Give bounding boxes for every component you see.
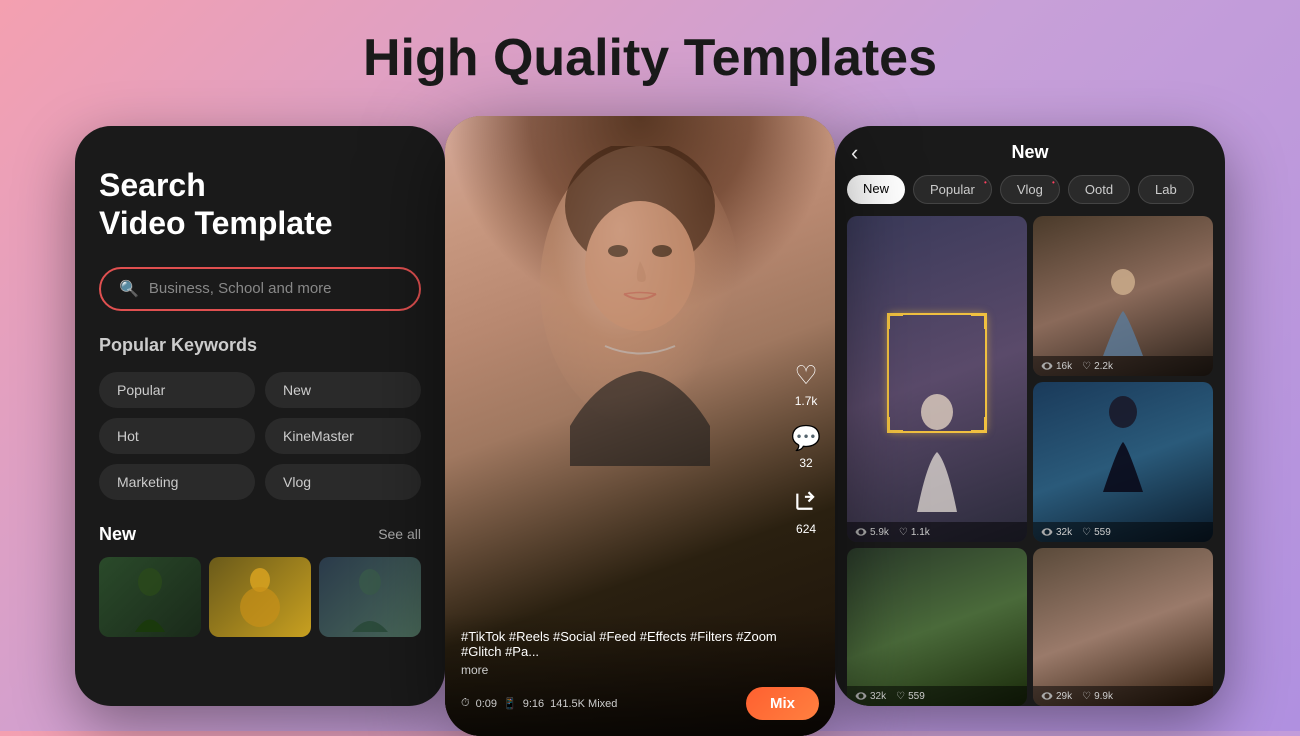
search-placeholder-text: Business, School and more	[149, 280, 332, 297]
share-action[interactable]: 624	[793, 486, 819, 536]
grid-item[interactable]: 29k ♡ 9.9k	[1033, 548, 1213, 706]
grid-content: 5.9k ♡ 1.1k	[835, 216, 1225, 706]
page-title: High Quality Templates	[363, 28, 937, 88]
keyword-chip[interactable]: Marketing	[99, 464, 255, 500]
tab-new[interactable]: New	[847, 175, 905, 204]
grid-stat-likes: ♡ 559	[896, 691, 925, 702]
mix-button[interactable]: Mix	[746, 687, 819, 720]
video-bottom: #TikTok #Reels #Social #Feed #Effects #F…	[445, 613, 835, 736]
video-more[interactable]: more	[461, 663, 819, 677]
keyword-chip[interactable]: KineMaster	[265, 418, 421, 454]
comment-icon: 💬	[791, 424, 821, 453]
video-meta: ⏱ 0:09 📱 9:16 141.5K Mixed Mix	[461, 687, 819, 720]
grid-stat-likes: ♡ 1.1k	[899, 527, 930, 538]
grid-stat-likes: ♡ 2.2k	[1082, 361, 1113, 372]
heart-icon: ♡	[794, 360, 817, 391]
grid-item[interactable]: 16k ♡ 2.2k	[1033, 216, 1213, 376]
keyword-chip[interactable]: Hot	[99, 418, 255, 454]
tab-vlog[interactable]: Vlog•	[1000, 175, 1060, 204]
comment-action[interactable]: 💬 32	[791, 424, 821, 470]
keyword-chip[interactable]: Popular	[99, 372, 255, 408]
keyword-chip[interactable]: New	[265, 372, 421, 408]
search-icon: 🔍	[119, 279, 139, 299]
tab-lab[interactable]: Lab	[1138, 175, 1194, 204]
grid-stat-views: 16k	[1041, 360, 1072, 372]
thumbnail-item[interactable]	[209, 557, 311, 637]
back-button[interactable]: ‹	[851, 140, 858, 166]
new-section-label: New	[99, 524, 136, 545]
search-bar[interactable]: 🔍 Business, School and more	[99, 267, 421, 311]
phone-search: Search Video Template 🔍 Business, School…	[75, 126, 445, 706]
share-icon	[793, 486, 819, 519]
search-title: Search Video Template	[99, 166, 421, 243]
clock-icon: ⏱	[461, 697, 470, 710]
grid-stat-likes: ♡ 9.9k	[1082, 691, 1113, 702]
thumbnail-item[interactable]	[319, 557, 421, 637]
grid-stat-views: 5.9k	[855, 526, 889, 538]
grid-item-tall[interactable]: 5.9k ♡ 1.1k	[847, 216, 1027, 542]
grid-stat-views: 29k	[1041, 690, 1072, 702]
grid-item[interactable]: 32k ♡ 559	[1033, 382, 1213, 542]
filter-tabs: New Popular• Vlog• Ootd Lab	[835, 175, 1225, 216]
video-tags: #TikTok #Reels #Social #Feed #Effects #F…	[461, 629, 819, 659]
popular-keywords-label: Popular Keywords	[99, 335, 421, 356]
like-action[interactable]: ♡ 1.7k	[794, 360, 817, 408]
keyword-grid: Popular New Hot KineMaster Marketing Vlo…	[99, 372, 421, 500]
grid-header: ‹ New	[835, 126, 1225, 175]
new-section-header: New See all	[99, 524, 421, 545]
tab-ootd[interactable]: Ootd	[1068, 175, 1130, 204]
video-info: ⏱ 0:09 📱 9:16 141.5K Mixed	[461, 697, 617, 710]
thumbnails-row	[99, 557, 421, 637]
grid-stat-views: 32k	[855, 690, 886, 702]
thumbnail-item[interactable]	[99, 557, 201, 637]
grid-stat-views: 32k	[1041, 526, 1072, 538]
see-all-link[interactable]: See all	[378, 526, 421, 542]
phone-video: ♡ 1.7k 💬 32 624	[445, 116, 835, 736]
phone-grid: ‹ New New Popular• Vlog• Ootd Lab	[835, 126, 1225, 706]
grid-title: New	[1011, 142, 1048, 163]
keyword-chip[interactable]: Vlog	[265, 464, 421, 500]
tab-popular[interactable]: Popular•	[913, 175, 992, 204]
video-actions: ♡ 1.7k 💬 32 624	[791, 360, 821, 536]
phone-icon: 📱	[503, 697, 517, 710]
grid-stat-likes: ♡ 559	[1082, 527, 1111, 538]
phones-container: Search Video Template 🔍 Business, School…	[0, 116, 1300, 736]
grid-item[interactable]: 32k ♡ 559	[847, 548, 1027, 706]
